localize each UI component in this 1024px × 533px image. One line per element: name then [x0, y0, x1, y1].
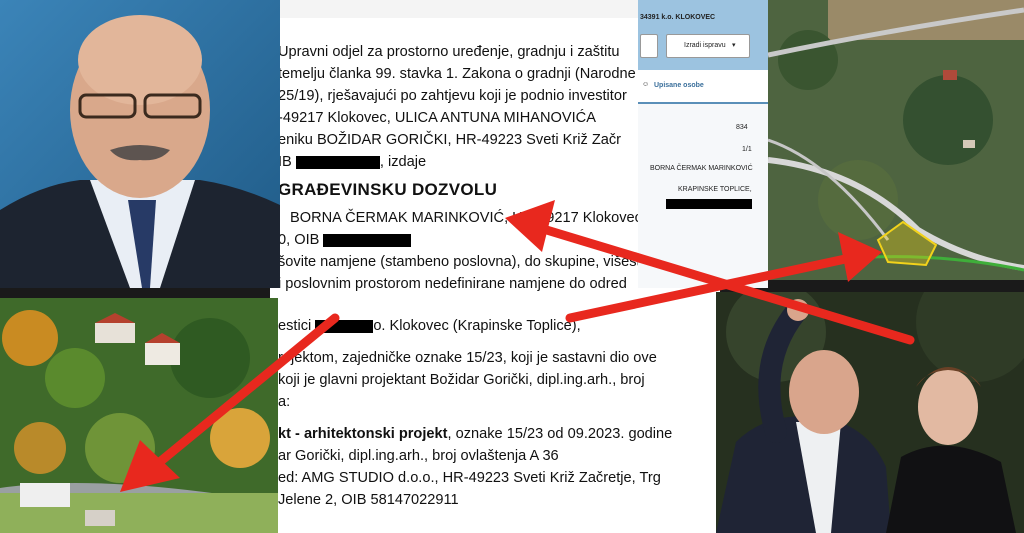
doc-line: -49217 Klokovec, ULICA ANTUNA MIHANOVIĆA [278, 110, 596, 126]
doc-line: temelju članka 99. stavka 1. Zakona o gr… [278, 66, 636, 82]
doc-line: Upravni odjel za prostorno uređenje, gra… [278, 44, 620, 60]
doc-line: ed: AMG STUDIO d.o.o., HR-49223 Sveti Kr… [278, 470, 661, 486]
cadastre-side-button[interactable] [640, 34, 658, 58]
share-number: 834 [736, 124, 748, 131]
doc-text: 0, OIB [278, 232, 320, 248]
doc-text: estici [278, 318, 312, 334]
chevron-down-icon: ▾ [732, 42, 736, 49]
redaction-bar [323, 233, 412, 247]
doc-line: kt - arhitektonski projekt, oznake 15/23… [278, 426, 672, 442]
tab-label: Upisane osobe [654, 82, 704, 89]
portrait-photo [0, 0, 280, 288]
doc-line: koji je glavni projektant Božidar Goričk… [278, 372, 645, 388]
doc-line: i poslovnim prostorom nedefinirane namje… [278, 276, 627, 292]
doc-line: estici o. Klokovec (Krapinske Toplice), [278, 318, 581, 334]
doc-line: 0, OIB [278, 232, 412, 248]
doc-text: o. Klokovec (Krapinske Toplice), [373, 318, 581, 334]
doc-text-bold: kt - arhitektonski projekt [278, 426, 448, 442]
share-fraction: 1/1 [742, 146, 752, 153]
doc-text: , izdaje [379, 154, 427, 170]
doc-heading: GRAĐEVINSKU DOZVOLU [278, 180, 498, 199]
issue-document-label: Izradi ispravu [684, 42, 726, 49]
redaction-bar [666, 199, 752, 209]
doc-line: rojektom, zajedničke oznake 15/23, koji … [278, 350, 657, 366]
doc-line: IB , izdaje [278, 154, 426, 170]
doc-line: 25/19), rješavajući po zahtjevu koji je … [278, 88, 627, 104]
doc-line: ar Gorički, dipl.ing.arh., broj ovlašten… [278, 448, 559, 464]
doc-text: IB [278, 154, 292, 170]
issue-document-button[interactable]: Izradi ispravu ▾ [666, 34, 750, 58]
map-illustration [768, 0, 1024, 280]
redaction-bar [315, 319, 374, 333]
people-photo [716, 292, 1024, 533]
doc-line: a: [278, 394, 291, 410]
people-illustration [716, 292, 1024, 533]
people-icon: ☺ [642, 81, 650, 88]
portrait-illustration [0, 0, 280, 288]
aerial-photo [0, 298, 278, 533]
cadastre-title: 34391 k.o. KLOKOVEC [640, 14, 716, 21]
aerial-illustration [0, 298, 278, 533]
owner-name: BORNA ČERMAK MARINKOVIĆ [650, 165, 753, 172]
doc-text: , oznake 15/23 od 09.2023. godine [447, 426, 673, 442]
tab-registered-persons[interactable]: ☺ Upisane osobe [638, 70, 768, 104]
cadastre-panel: 34391 k.o. KLOKOVEC Izradi ispravu ▾ ☺ U… [638, 0, 768, 288]
redaction-bar [295, 155, 380, 169]
doc-line: eniku BOŽIDAR GORIČKI, HR-49223 Sveti Kr… [278, 132, 622, 148]
owner-place: KRAPINSKE TOPLICE, [678, 186, 752, 193]
doc-line: BORNA ČERMAK MARINKOVIĆ, HR-49217 Klokov… [290, 210, 642, 226]
doc-line: šovite namjene (stambeno poslovna), do s… [278, 254, 641, 270]
satellite-map [768, 0, 1024, 280]
doc-line: Jelene 2, OIB 58147022911 [278, 492, 459, 508]
